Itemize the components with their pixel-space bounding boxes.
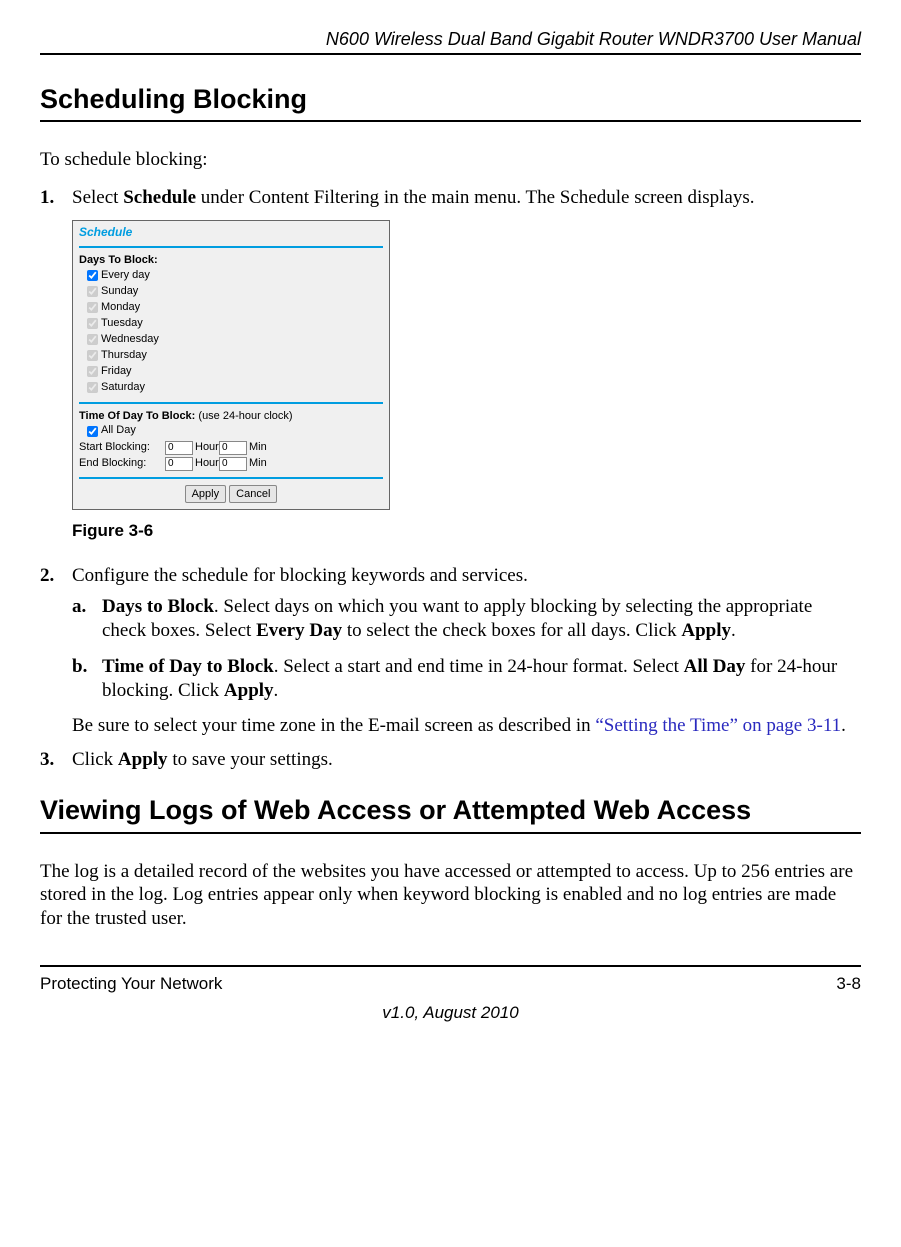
heading-viewing-logs: Viewing Logs of Web Access or Attempted … <box>40 794 861 834</box>
step-3-bold: Apply <box>118 749 168 770</box>
day-row-sunday: Sunday <box>79 284 383 300</box>
end-blocking-label: End Blocking: <box>79 457 165 471</box>
running-header: N600 Wireless Dual Band Gigabit Router W… <box>40 28 861 55</box>
footer-version: v1.0, August 2010 <box>40 1002 861 1023</box>
day-row-thursday: Thursday <box>79 348 383 364</box>
time-of-day-label: Time Of Day To Block: (use 24-hour clock… <box>79 410 383 424</box>
tz-note-pre: Be sure to select your time zone in the … <box>72 715 595 736</box>
step-2: 2. Configure the schedule for blocking k… <box>40 564 861 739</box>
start-min-input[interactable]: 0 <box>219 441 247 455</box>
checkbox-saturday[interactable] <box>87 382 98 393</box>
figure-caption: Figure 3-6 <box>72 520 861 541</box>
page-footer: Protecting Your Network 3-8 <box>40 965 861 994</box>
checkbox-monday[interactable] <box>87 302 98 313</box>
step-2-text: Configure the schedule for blocking keyw… <box>72 565 528 586</box>
footer-section-name: Protecting Your Network <box>40 973 222 994</box>
day-row-saturday: Saturday <box>79 380 383 396</box>
step-2b-b2: All Day <box>684 656 746 677</box>
timezone-note: Be sure to select your time zone in the … <box>72 714 861 738</box>
step-2a-b3: Apply <box>681 620 731 641</box>
step-2b-number: b. <box>72 655 102 703</box>
day-label: Tuesday <box>101 317 143 331</box>
step-2b-text: Time of Day to Block. Select a start and… <box>102 655 861 703</box>
day-label: Every day <box>101 269 150 283</box>
time-label-hint: (use 24-hour clock) <box>195 410 292 422</box>
cancel-button[interactable]: Cancel <box>229 485 277 503</box>
start-hour-input[interactable]: 0 <box>165 441 193 455</box>
step-3-post: to save your settings. <box>168 749 333 770</box>
day-row-monday: Monday <box>79 300 383 316</box>
days-to-block-label: Days To Block: <box>79 254 383 268</box>
day-row-friday: Friday <box>79 364 383 380</box>
footer-page-number: 3-8 <box>836 973 861 994</box>
day-label: Saturday <box>101 381 145 395</box>
step-1-number: 1. <box>40 186 72 210</box>
step-2a-number: a. <box>72 595 102 643</box>
step-2b-t3: . <box>274 680 279 701</box>
day-label: Friday <box>101 365 132 379</box>
separator <box>79 402 383 404</box>
separator <box>79 477 383 479</box>
step-2a-t2: to select the check boxes for all days. … <box>342 620 681 641</box>
start-blocking-label: Start Blocking: <box>79 441 165 455</box>
intro-paragraph: To schedule blocking: <box>40 148 861 172</box>
day-label: Monday <box>101 301 140 315</box>
min-unit: Min <box>249 457 269 471</box>
step-1-post: under Content Filtering in the main menu… <box>196 187 754 208</box>
day-label: Wednesday <box>101 333 159 347</box>
step-1-text: Select Schedule under Content Filtering … <box>72 186 755 210</box>
hour-unit: Hour <box>195 457 219 471</box>
step-3-text: Click Apply to save your settings. <box>72 748 333 772</box>
step-3-pre: Click <box>72 749 118 770</box>
checkbox-tuesday[interactable] <box>87 318 98 329</box>
step-2a-t3: . <box>731 620 736 641</box>
logs-paragraph: The log is a detailed record of the webs… <box>40 860 861 931</box>
step-3-number: 3. <box>40 748 72 772</box>
step-2a: a. Days to Block. Select days on which y… <box>72 595 861 643</box>
heading-scheduling-blocking: Scheduling Blocking <box>40 83 861 123</box>
step-1: 1. Select Schedule under Content Filteri… <box>40 186 861 210</box>
step-2a-text: Days to Block. Select days on which you … <box>102 595 861 643</box>
setting-the-time-link[interactable]: “Setting the Time” on page 3-11 <box>595 715 841 736</box>
step-2a-b1: Days to Block <box>102 596 214 617</box>
separator <box>79 246 383 248</box>
day-row-wednesday: Wednesday <box>79 332 383 348</box>
day-label: Thursday <box>101 349 147 363</box>
schedule-screenshot: Schedule Days To Block: Every day Sunday… <box>72 220 390 511</box>
checkbox-sunday[interactable] <box>87 286 98 297</box>
step-2b-t1: . Select a start and end time in 24-hour… <box>274 656 684 677</box>
step-2b-b1: Time of Day to Block <box>102 656 274 677</box>
checkbox-thursday[interactable] <box>87 350 98 361</box>
panel-title: Schedule <box>79 225 383 240</box>
step-2b-b3: Apply <box>224 680 274 701</box>
min-unit: Min <box>249 441 269 455</box>
tz-note-post: . <box>841 715 846 736</box>
step-2a-b2: Every Day <box>256 620 342 641</box>
all-day-row: All Day <box>79 423 383 439</box>
all-day-label: All Day <box>101 424 136 438</box>
step-2-number: 2. <box>40 564 72 739</box>
step-3: 3. Click Apply to save your settings. <box>40 748 861 772</box>
checkbox-every-day[interactable] <box>87 270 98 281</box>
day-label: Sunday <box>101 285 138 299</box>
apply-button[interactable]: Apply <box>185 485 227 503</box>
checkbox-friday[interactable] <box>87 366 98 377</box>
step-1-pre: Select <box>72 187 123 208</box>
step-1-bold: Schedule <box>123 187 196 208</box>
day-row-every-day: Every day <box>79 268 383 284</box>
time-label-bold: Time Of Day To Block: <box>79 410 195 422</box>
checkbox-all-day[interactable] <box>87 426 98 437</box>
hour-unit: Hour <box>195 441 219 455</box>
checkbox-wednesday[interactable] <box>87 334 98 345</box>
step-2b: b. Time of Day to Block. Select a start … <box>72 655 861 703</box>
day-row-tuesday: Tuesday <box>79 316 383 332</box>
end-min-input[interactable]: 0 <box>219 457 247 471</box>
end-hour-input[interactable]: 0 <box>165 457 193 471</box>
